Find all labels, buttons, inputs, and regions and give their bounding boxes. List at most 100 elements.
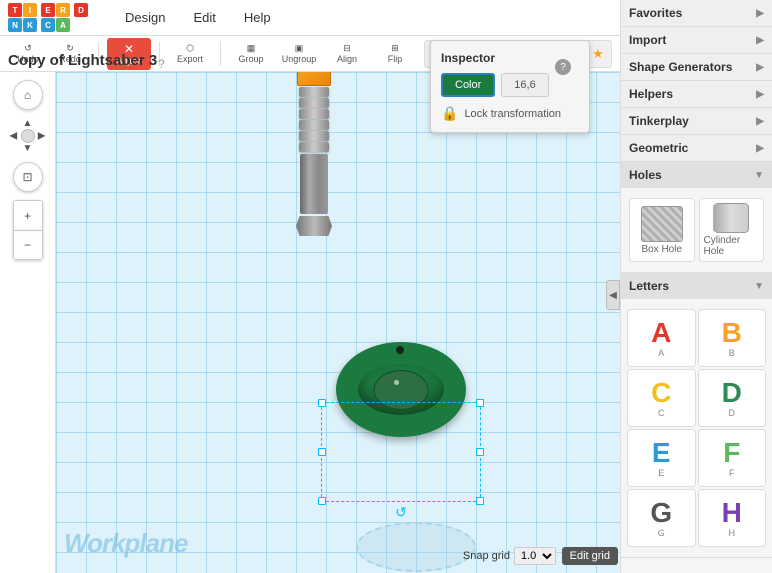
ungroup-button[interactable]: ▣ Ungroup bbox=[277, 38, 321, 70]
lock-label: Lock transformation bbox=[464, 108, 561, 120]
project-help-icon[interactable]: ? bbox=[158, 57, 165, 71]
menu-help[interactable]: Help bbox=[238, 6, 277, 29]
import-label: Import bbox=[629, 33, 666, 47]
geometric-label: Geometric bbox=[629, 141, 688, 155]
letter-h-label: H bbox=[729, 528, 736, 538]
rotate-handle[interactable]: ↺ bbox=[395, 504, 407, 521]
favorites-label: Favorites bbox=[629, 6, 682, 20]
pattern-button[interactable]: 16,6 bbox=[501, 73, 548, 97]
home-button[interactable]: ⌂ bbox=[13, 80, 43, 110]
selection-handle-br[interactable] bbox=[476, 497, 484, 505]
snap-grid-select[interactable]: 1.0 0.5 0.1 bbox=[514, 547, 556, 565]
export-button[interactable]: ⬡ Export bbox=[168, 38, 212, 70]
letter-e-label: E bbox=[658, 468, 664, 478]
letter-f-label: F bbox=[729, 468, 735, 478]
lock-icon: 🔒 bbox=[441, 105, 458, 122]
shape-generators-chevron: ▶ bbox=[756, 62, 764, 73]
cylinder-hole-tile[interactable]: Cylinder Hole bbox=[699, 198, 765, 262]
group-button[interactable]: ▦ Group bbox=[229, 38, 273, 70]
tinkerplay-header[interactable]: Tinkerplay ▶ bbox=[621, 108, 772, 134]
export-label: Export bbox=[177, 54, 203, 64]
import-chevron: ▶ bbox=[756, 35, 764, 46]
letters-section: Letters ▼ A A B B C C D D bbox=[621, 273, 772, 558]
zoom-fit-button[interactable]: ⊡ bbox=[13, 162, 43, 192]
green-ring-object[interactable] bbox=[336, 342, 466, 442]
selection-handle-mr[interactable] bbox=[476, 448, 484, 456]
export-icon: ⬡ bbox=[186, 43, 194, 54]
zoom-out-button[interactable]: − bbox=[13, 230, 43, 260]
letter-h-icon: H bbox=[722, 499, 742, 527]
geometric-section: Geometric ▶ bbox=[621, 135, 772, 162]
menu-edit[interactable]: Edit bbox=[187, 6, 221, 29]
shape-generators-section: Shape Generators ▶ bbox=[621, 54, 772, 81]
expand-panel-button[interactable]: ◀ bbox=[606, 280, 620, 310]
shape-generators-label: Shape Generators bbox=[629, 60, 732, 74]
color-button[interactable]: Color bbox=[441, 73, 495, 97]
box-hole-label: Box Hole bbox=[641, 244, 682, 255]
selection-handle-tl[interactable] bbox=[318, 399, 326, 407]
snap-grid-label: Snap grid bbox=[463, 550, 510, 562]
letter-tile-g[interactable]: G G bbox=[627, 489, 696, 547]
lightsaber-object[interactable] bbox=[296, 72, 332, 236]
letter-tile-e[interactable]: E E bbox=[627, 429, 696, 487]
letter-g-icon: G bbox=[650, 499, 672, 527]
letter-tile-b[interactable]: B B bbox=[698, 309, 767, 367]
lightsaber-rib-4 bbox=[299, 120, 329, 130]
logo-c: C bbox=[41, 18, 55, 32]
left-sidebar: ⌂ ▲ ▼ ◀ ▶ ⊡ + − bbox=[0, 72, 56, 573]
box-hole-tile[interactable]: Box Hole bbox=[629, 198, 695, 262]
letter-a-label: A bbox=[658, 348, 664, 358]
holes-section: Holes ▼ Box Hole Cylinder Hole bbox=[621, 162, 772, 273]
letter-tile-h[interactable]: H H bbox=[698, 489, 767, 547]
letter-f-icon: F bbox=[723, 439, 740, 467]
edit-grid-button[interactable]: Edit grid bbox=[562, 547, 618, 565]
green-ring-shape-container bbox=[336, 342, 466, 442]
selection-handle-bl[interactable] bbox=[318, 497, 326, 505]
lightsaber-rib-3 bbox=[299, 109, 329, 119]
geometric-chevron: ▶ bbox=[756, 143, 764, 154]
shape-generators-header[interactable]: Shape Generators ▶ bbox=[621, 54, 772, 80]
letter-b-label: B bbox=[729, 348, 735, 358]
shadow-projection bbox=[356, 522, 476, 572]
inspector-inner: Inspector ? Color 16,6 🔒 Lock transforma… bbox=[441, 51, 579, 122]
color-buttons-row: Color 16,6 bbox=[441, 73, 579, 97]
favorites-header[interactable]: Favorites ▶ bbox=[621, 0, 772, 26]
viewport[interactable]: ↺ Workplane Edit grid Snap grid 1.0 0.5 … bbox=[56, 72, 626, 573]
letter-tile-c[interactable]: C C bbox=[627, 369, 696, 427]
orbit-control[interactable]: ▲ ▼ ◀ ▶ bbox=[10, 118, 46, 154]
letters-header[interactable]: Letters ▼ bbox=[621, 273, 772, 299]
favorites-chevron: ▶ bbox=[756, 8, 764, 19]
inspector-help-icon[interactable]: ? bbox=[555, 59, 571, 75]
tinkercad-logo[interactable]: T I N K E R C A D bbox=[8, 3, 103, 32]
letter-c-label: C bbox=[658, 408, 665, 418]
letter-tile-f[interactable]: F F bbox=[698, 429, 767, 487]
holes-chevron: ▼ bbox=[754, 170, 764, 181]
lock-transformation-row[interactable]: 🔒 Lock transformation bbox=[441, 105, 579, 122]
helpers-chevron: ▶ bbox=[756, 89, 764, 100]
favorites-section: Favorites ▶ bbox=[621, 0, 772, 27]
logo-a: A bbox=[56, 18, 70, 32]
letters-label: Letters bbox=[629, 279, 669, 293]
zoom-in-button[interactable]: + bbox=[13, 200, 43, 230]
helpers-header[interactable]: Helpers ▶ bbox=[621, 81, 772, 107]
zoom-controls: + − bbox=[13, 200, 43, 260]
letter-tile-d[interactable]: D D bbox=[698, 369, 767, 427]
tinkerplay-chevron: ▶ bbox=[756, 116, 764, 127]
ring-highlight-dot bbox=[394, 380, 399, 385]
align-icon: ⊟ bbox=[343, 43, 351, 54]
holes-header[interactable]: Holes ▼ bbox=[621, 162, 772, 188]
menu-design[interactable]: Design bbox=[119, 6, 171, 29]
letter-tile-a[interactable]: A A bbox=[627, 309, 696, 367]
selection-handle-tr[interactable] bbox=[476, 399, 484, 407]
lightsaber-rib-2 bbox=[299, 98, 329, 108]
align-button[interactable]: ⊟ Align bbox=[325, 38, 369, 70]
letters-grid: A A B B C C D D E E bbox=[621, 305, 772, 551]
import-header[interactable]: Import ▶ bbox=[621, 27, 772, 53]
selection-handle-ml[interactable] bbox=[318, 448, 326, 456]
letter-c-icon: C bbox=[651, 379, 671, 407]
letters-body: A A B B C C D D E E bbox=[621, 299, 772, 557]
group-label: Group bbox=[238, 54, 263, 64]
flip-button[interactable]: ⊞ Flip bbox=[373, 38, 417, 70]
geometric-header[interactable]: Geometric ▶ bbox=[621, 135, 772, 161]
helpers-section: Helpers ▶ bbox=[621, 81, 772, 108]
